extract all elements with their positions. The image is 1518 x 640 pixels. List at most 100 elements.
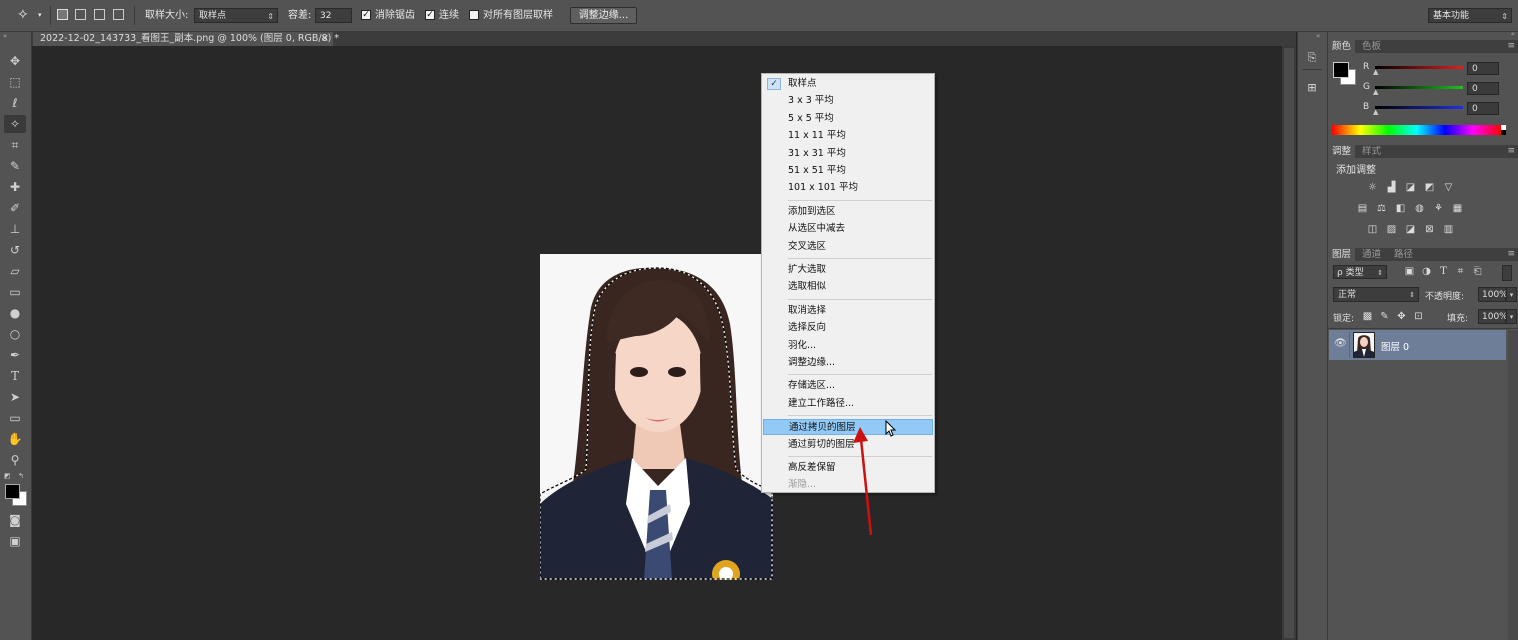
document-image[interactable] bbox=[540, 254, 773, 580]
foreground-color-swatch[interactable] bbox=[5, 484, 20, 499]
menu-item[interactable]: 31 x 31 平均 bbox=[763, 146, 933, 162]
eraser-tool-icon[interactable]: ▱ bbox=[4, 262, 26, 280]
menu-item[interactable]: 羽化... bbox=[763, 338, 933, 354]
subtract-from-selection-icon[interactable] bbox=[94, 9, 105, 20]
lock-position-icon[interactable]: ✥ bbox=[1395, 311, 1408, 322]
screen-mode-icon[interactable]: ▣ bbox=[4, 532, 26, 550]
tab-adjustments[interactable]: 调整 bbox=[1328, 145, 1356, 158]
menu-item[interactable]: 51 x 51 平均 bbox=[763, 163, 933, 179]
channel-g-value[interactable]: 0 bbox=[1467, 82, 1499, 95]
tab-swatches[interactable]: 色板 bbox=[1358, 40, 1385, 53]
document-tab[interactable]: 2022-12-02_143733_看图王_副本.png @ 100% (图层 … bbox=[33, 32, 339, 46]
magic-wand-icon[interactable]: ✧ bbox=[17, 0, 29, 31]
selective-color-icon[interactable]: ⊠ bbox=[1423, 224, 1436, 235]
menu-item[interactable]: 3 x 3 平均 bbox=[763, 93, 933, 109]
filter-shape-icon[interactable]: ⌗ bbox=[1454, 266, 1467, 277]
default-colors-icon[interactable]: ◩ bbox=[4, 472, 11, 480]
pen-tool-icon[interactable]: ✒ bbox=[4, 346, 26, 364]
lock-transparent-icon[interactable]: ▩ bbox=[1361, 311, 1374, 322]
vibrance-icon[interactable]: ▽ bbox=[1442, 182, 1455, 193]
quick-mask-icon[interactable]: ◙ bbox=[4, 511, 26, 529]
tab-color[interactable]: 颜色 bbox=[1328, 40, 1356, 53]
eye-visibility-icon[interactable]: 👁 bbox=[1334, 338, 1347, 349]
lock-image-icon[interactable]: ✎ bbox=[1378, 311, 1391, 322]
history-brush-tool-icon[interactable]: ↺ bbox=[4, 241, 26, 259]
menu-item[interactable]: 交叉选区 bbox=[763, 239, 933, 255]
blur-tool-icon[interactable]: ● bbox=[4, 304, 26, 322]
panel-menu-icon[interactable]: ≡ bbox=[1507, 40, 1515, 53]
magic-wand-tool-icon[interactable]: ✧ bbox=[4, 115, 26, 133]
exposure-icon[interactable]: ◩ bbox=[1423, 182, 1436, 193]
menu-item[interactable]: 高反差保留 bbox=[763, 460, 933, 476]
slider-handle-icon[interactable]: ▲ bbox=[1373, 68, 1378, 76]
filter-pixel-icon[interactable]: ▣ bbox=[1403, 266, 1416, 277]
menu-item[interactable]: 101 x 101 平均 bbox=[763, 180, 933, 196]
menu-item[interactable]: 扩大选取 bbox=[763, 262, 933, 278]
channel-r-slider[interactable] bbox=[1375, 66, 1463, 69]
properties-panel-icon[interactable]: ⊞ bbox=[1304, 80, 1320, 96]
filter-type-icon[interactable]: T bbox=[1437, 266, 1450, 277]
photo-filter-icon[interactable]: ◍ bbox=[1413, 203, 1426, 214]
add-to-selection-icon[interactable] bbox=[75, 9, 86, 20]
channel-b-value[interactable]: 0 bbox=[1467, 102, 1499, 115]
eyedropper-tool-icon[interactable]: ✎ bbox=[4, 157, 26, 175]
menu-item[interactable]: 存储选区... bbox=[763, 378, 933, 394]
channel-g-slider[interactable] bbox=[1375, 86, 1463, 89]
channel-r-value[interactable]: 0 bbox=[1467, 62, 1499, 75]
layer-name[interactable]: 图层 0 bbox=[1381, 339, 1409, 353]
panel-menu-icon[interactable]: ≡ bbox=[1507, 248, 1515, 261]
blend-mode-select[interactable]: 正常 ⇕ bbox=[1333, 287, 1419, 302]
layers-scrollbar[interactable] bbox=[1508, 330, 1518, 640]
brush-tool-icon[interactable]: ✐ bbox=[4, 199, 26, 217]
expand-dock-icon[interactable]: « bbox=[1316, 32, 1320, 40]
tab-channels[interactable]: 通道 bbox=[1358, 248, 1385, 261]
curves-icon[interactable]: ◪ bbox=[1404, 182, 1417, 193]
filter-adjustment-icon[interactable]: ◑ bbox=[1420, 266, 1433, 277]
tool-preset-chevron-icon[interactable]: ▾ bbox=[38, 0, 42, 31]
marquee-tool-icon[interactable]: ⬚ bbox=[4, 73, 26, 91]
layer-row[interactable]: 👁 图层 0 bbox=[1329, 330, 1506, 360]
crop-tool-icon[interactable]: ⌗ bbox=[4, 136, 26, 154]
antialias-checkbox[interactable]: ✓ bbox=[361, 10, 371, 20]
color-lookup-icon[interactable]: ▦ bbox=[1451, 203, 1464, 214]
menu-item[interactable]: 通过剪切的图层 bbox=[763, 437, 933, 453]
black-white-icon[interactable]: ◧ bbox=[1394, 203, 1407, 214]
brightness-icon[interactable]: ☼ bbox=[1366, 182, 1379, 193]
gradient-map-icon[interactable]: ▥ bbox=[1442, 224, 1455, 235]
slider-handle-icon[interactable]: ▲ bbox=[1373, 88, 1378, 96]
tolerance-input[interactable]: 32 bbox=[315, 8, 352, 23]
collapse-toolbar-icon[interactable]: » bbox=[3, 32, 7, 40]
tab-styles[interactable]: 样式 bbox=[1358, 145, 1385, 158]
threshold-icon[interactable]: ◪ bbox=[1404, 224, 1417, 235]
path-selection-tool-icon[interactable]: ➤ bbox=[4, 388, 26, 406]
layer-filter-select[interactable]: ρ 类型 ⇕ bbox=[1333, 265, 1387, 279]
tab-paths[interactable]: 路径 bbox=[1390, 248, 1417, 261]
refine-edge-button[interactable]: 调整边缘... bbox=[570, 7, 637, 24]
menu-item[interactable]: 添加到选区 bbox=[763, 204, 933, 220]
intersect-selection-icon[interactable] bbox=[113, 9, 124, 20]
lasso-tool-icon[interactable]: ℓ bbox=[4, 94, 26, 112]
menu-item[interactable]: 5 x 5 平均 bbox=[763, 111, 933, 127]
workspace-select[interactable]: 基本功能 ⇕ bbox=[1428, 8, 1512, 23]
type-tool-icon[interactable]: T bbox=[4, 367, 26, 385]
history-panel-icon[interactable]: ⎘ bbox=[1304, 50, 1320, 66]
menu-item[interactable]: 取消选择 bbox=[763, 303, 933, 319]
swap-colors-icon[interactable]: ↰ bbox=[18, 472, 24, 480]
filter-smart-object-icon[interactable]: ⎗ bbox=[1471, 266, 1484, 277]
close-tab-icon[interactable]: × bbox=[321, 32, 329, 46]
collapse-panels-icon[interactable]: « bbox=[1511, 30, 1515, 38]
levels-icon[interactable]: ▟ bbox=[1385, 182, 1398, 193]
menu-item[interactable]: 选择反向 bbox=[763, 320, 933, 336]
lock-all-icon[interactable]: ⊡ bbox=[1412, 311, 1425, 322]
color-spectrum-ramp[interactable] bbox=[1332, 125, 1501, 135]
menu-item[interactable]: 11 x 11 平均 bbox=[763, 128, 933, 144]
hue-saturation-icon[interactable]: ▤ bbox=[1356, 203, 1369, 214]
ramp-black-swatch[interactable] bbox=[1501, 130, 1506, 135]
menu-item[interactable]: 通过拷贝的图层 bbox=[763, 419, 933, 436]
fill-dropdown-icon[interactable]: ▾ bbox=[1506, 309, 1517, 324]
opacity-dropdown-icon[interactable]: ▾ bbox=[1506, 287, 1517, 302]
clone-stamp-tool-icon[interactable]: ⊥ bbox=[4, 220, 26, 238]
sample-size-select[interactable]: 取样点 ⇕ bbox=[194, 8, 278, 23]
color-fg-swatch[interactable] bbox=[1333, 62, 1349, 78]
move-tool-icon[interactable]: ✥ bbox=[4, 52, 26, 70]
